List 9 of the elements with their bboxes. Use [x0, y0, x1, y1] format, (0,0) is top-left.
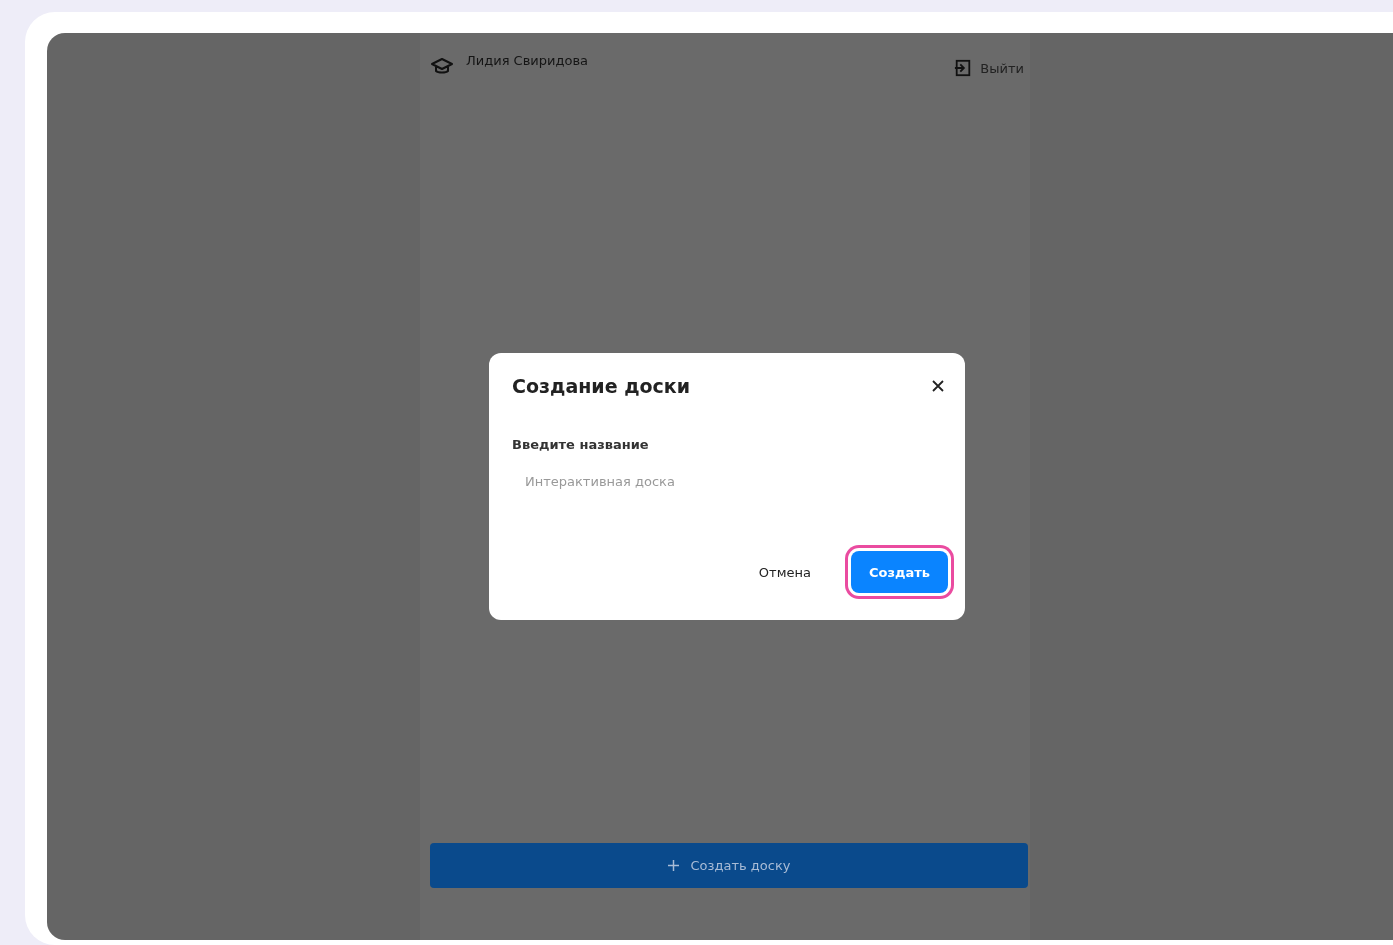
close-icon	[932, 380, 944, 392]
dialog-title: Создание доски	[512, 375, 690, 397]
logout-button[interactable]: Выйти	[954, 51, 1024, 85]
logout-icon	[954, 59, 973, 77]
field-label: Введите название	[512, 437, 650, 452]
plus-icon	[667, 860, 679, 871]
cancel-button[interactable]: Отмена	[740, 551, 829, 593]
create-board-button[interactable]: Создать доску	[430, 843, 1028, 888]
user-name: Лидия Свиридова	[466, 52, 589, 68]
